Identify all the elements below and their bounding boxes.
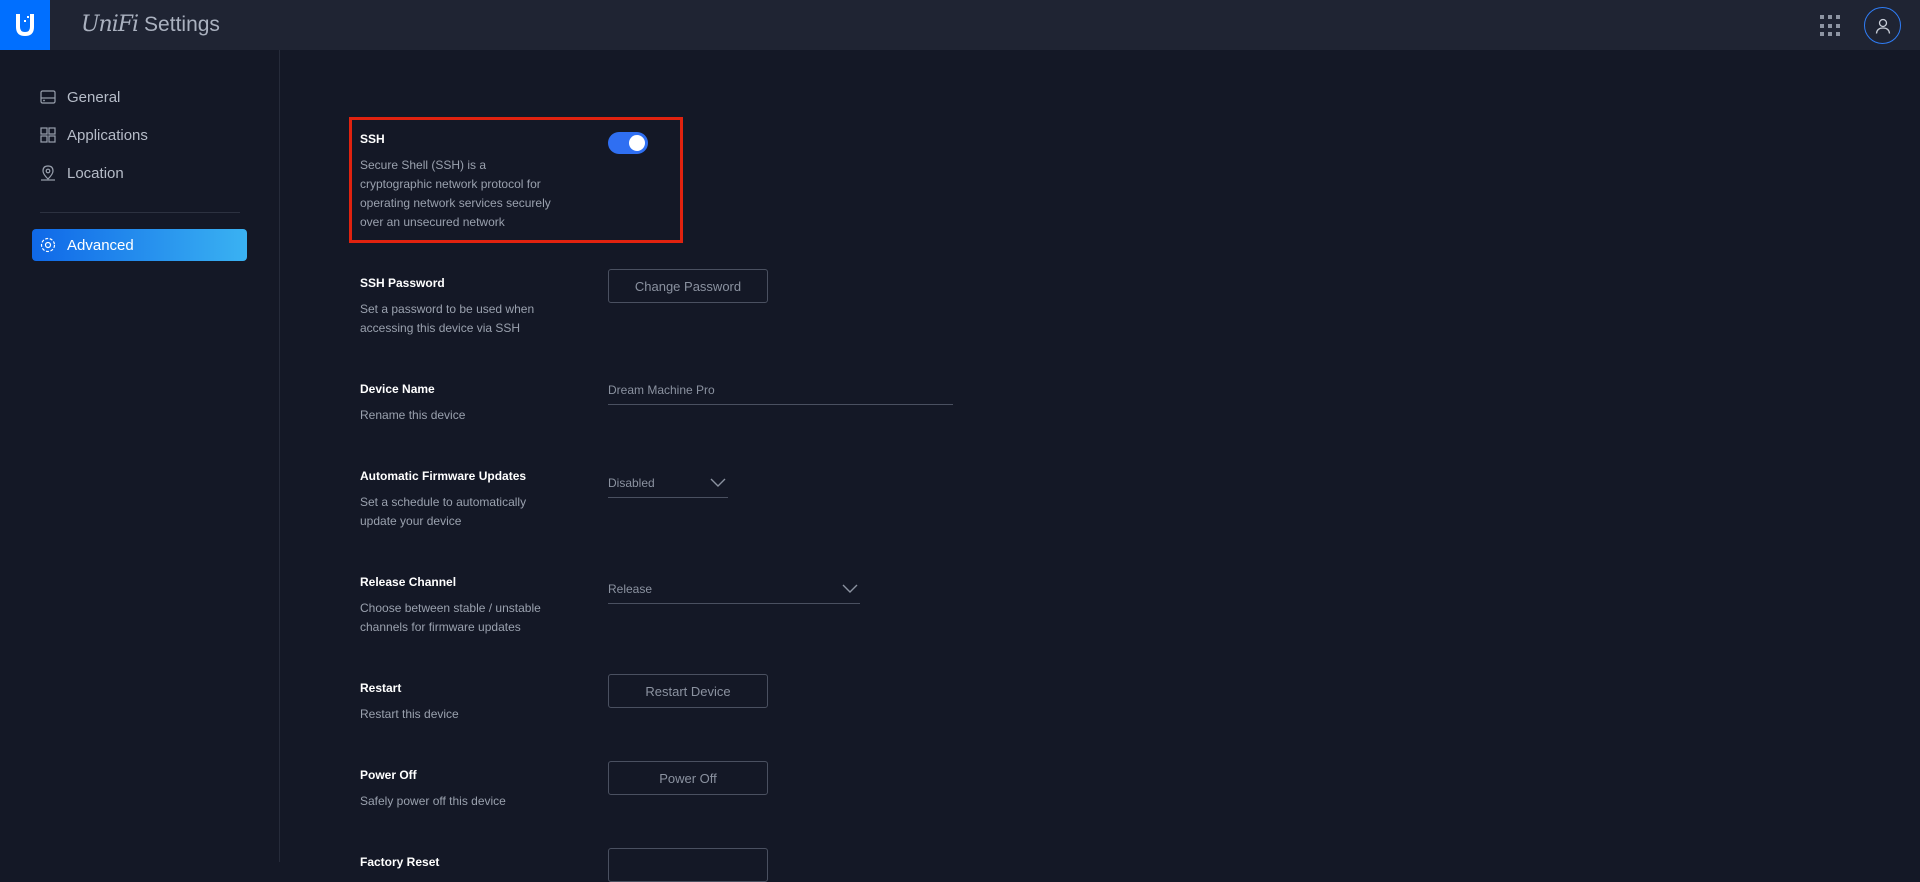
factory-reset-title: Factory Reset (360, 855, 440, 869)
chevron-down-icon (710, 478, 726, 487)
toggle-knob (629, 135, 645, 151)
sidebar-item-location[interactable]: Location (32, 157, 247, 189)
device-name-input[interactable]: Dream Machine Pro (608, 375, 953, 405)
location-icon (39, 164, 57, 182)
sidebar-item-label: Applications (67, 126, 148, 144)
user-avatar-button[interactable] (1864, 7, 1901, 44)
ubiquiti-logo-button[interactable] (0, 0, 50, 50)
firmware-updates-description: Set a schedule to automatically update y… (360, 495, 527, 528)
device-name-row: Device Name Rename this device Dream Mac… (360, 382, 1260, 425)
ssh-password-description: Set a password to be used when accessing… (360, 302, 535, 335)
firmware-schedule-value: Disabled (608, 475, 655, 490)
ssh-setting-row: SSH Secure Shell (SSH) is a cryptographi… (360, 132, 1260, 232)
factory-reset-button[interactable] (608, 848, 768, 882)
ssh-password-row: SSH Password Set a password to be used w… (360, 269, 1260, 338)
brand-title: UniFi Settings (81, 12, 220, 37)
grid-icon (39, 126, 57, 144)
ssh-toggle[interactable] (608, 132, 648, 154)
release-channel-value: Release (608, 581, 653, 596)
gear-icon (39, 236, 57, 254)
settings-panel: SSH Secure Shell (SSH) is a cryptographi… (281, 50, 1920, 882)
ssh-description: Secure Shell (SSH) is a cryptographic ne… (360, 158, 551, 229)
factory-reset-row: Factory Reset (360, 848, 1260, 882)
sidebar: General Applications Location Advanced (0, 50, 280, 862)
restart-description: Restart this device (360, 707, 459, 721)
restart-row: Restart Restart this device Restart Devi… (360, 674, 1260, 724)
ubiquiti-logo-icon (16, 14, 34, 36)
power-off-description: Safely power off this device (360, 794, 506, 808)
sidebar-item-general[interactable]: General (32, 81, 247, 113)
sidebar-item-label: General (67, 88, 121, 106)
ssh-password-title: SSH Password (360, 276, 445, 290)
user-icon (1875, 18, 1890, 34)
power-off-row: Power Off Safely power off this device P… (360, 761, 1260, 811)
release-channel-select[interactable]: Release (608, 574, 860, 604)
firmware-updates-row: Automatic Firmware Updates Set a schedul… (360, 469, 1260, 531)
sidebar-divider (40, 212, 240, 213)
device-name-placeholder: Dream Machine Pro (608, 382, 715, 397)
power-off-title: Power Off (360, 768, 417, 782)
chevron-down-icon (842, 584, 858, 593)
ssh-title: SSH (360, 132, 385, 146)
apps-grid-icon[interactable] (1820, 15, 1842, 37)
firmware-updates-title: Automatic Firmware Updates (360, 469, 527, 483)
firmware-schedule-select[interactable]: Disabled (608, 468, 728, 498)
sidebar-item-label: Advanced (67, 236, 134, 254)
release-channel-row: Release Channel Choose between stable / … (360, 575, 1260, 637)
sidebar-item-label: Location (67, 164, 124, 182)
sidebar-item-applications[interactable]: Applications (32, 119, 247, 151)
restart-title: Restart (360, 681, 402, 695)
sidebar-item-advanced[interactable]: Advanced (32, 229, 247, 261)
brand-logo-text: UniFi (81, 12, 139, 37)
top-bar: UniFi Settings (0, 0, 1920, 50)
restart-device-button[interactable]: Restart Device (608, 674, 768, 708)
release-channel-description: Choose between stable / unstable channel… (360, 601, 541, 634)
device-name-description: Rename this device (360, 408, 466, 422)
page-app-title: Settings (144, 13, 220, 36)
change-password-button[interactable]: Change Password (608, 269, 768, 303)
power-off-button[interactable]: Power Off (608, 761, 768, 795)
drive-icon (39, 88, 57, 106)
